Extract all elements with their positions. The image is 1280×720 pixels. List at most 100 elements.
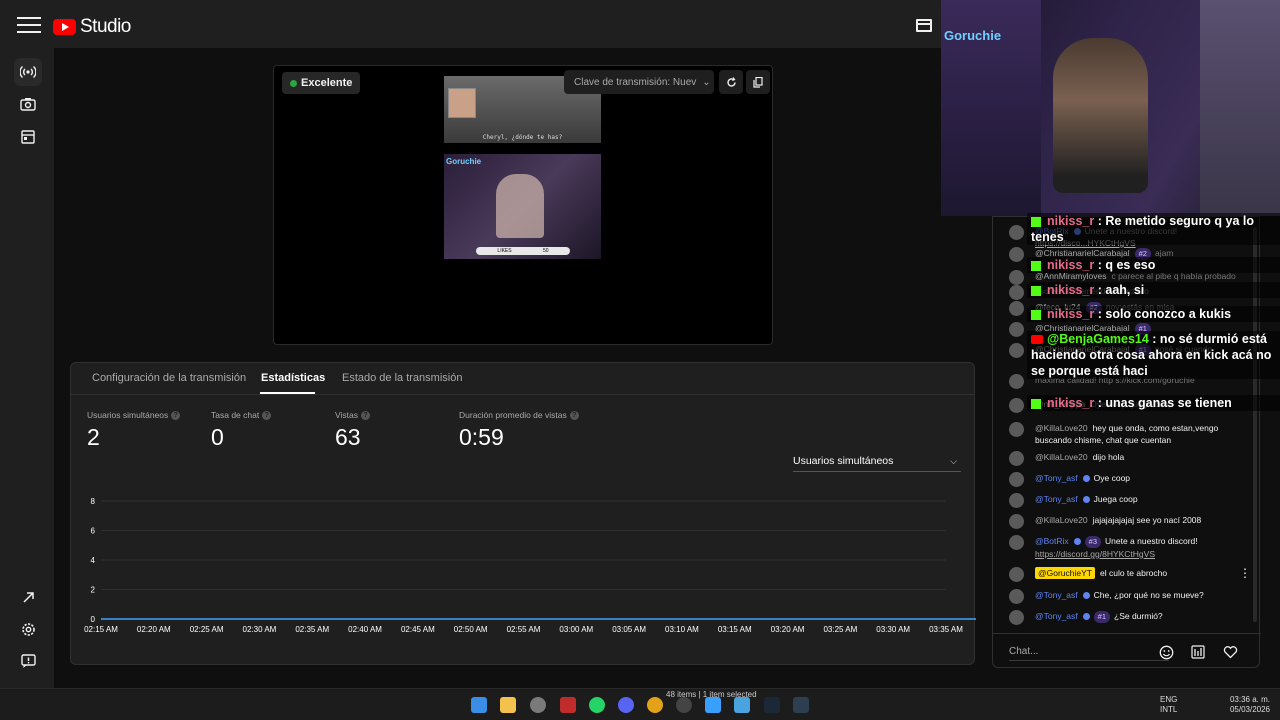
- avatar[interactable]: [1009, 225, 1024, 240]
- start-icon[interactable]: [471, 697, 487, 713]
- chat-message[interactable]: @Tony_asf Oye coop: [993, 472, 1261, 487]
- chat-text: el culo te abrocho: [1099, 568, 1168, 578]
- avatar[interactable]: [1009, 535, 1024, 550]
- help-icon[interactable]: ?: [262, 410, 272, 420]
- avatar[interactable]: [1009, 322, 1024, 337]
- help-icon[interactable]: ?: [361, 410, 370, 420]
- language-indicator[interactable]: ENG INTL: [1160, 695, 1177, 715]
- chart-area-fill: [101, 531, 976, 620]
- app-icon[interactable]: [560, 697, 576, 713]
- avatar[interactable]: [1009, 589, 1024, 604]
- chat-input[interactable]: Chat...: [1009, 643, 1169, 661]
- clock-time: 03:36 a. m.: [1229, 695, 1270, 704]
- avatar[interactable]: [1009, 610, 1024, 625]
- chat-message[interactable]: @GoruchieYT el culo te abrocho ⋮: [993, 567, 1261, 582]
- avatar[interactable]: [1009, 343, 1024, 358]
- app-icon[interactable]: [676, 697, 692, 713]
- heart-button[interactable]: [1222, 644, 1238, 660]
- nav-stream-icon[interactable]: [14, 58, 42, 86]
- chat-message[interactable]: @BotRix #3 Unete a nuestro discord! https:…: [993, 535, 1261, 560]
- nav-calendar-icon[interactable]: [14, 122, 42, 150]
- x-tick-label: 02:50 AM: [454, 625, 488, 634]
- whatsapp-icon[interactable]: [589, 697, 605, 713]
- nav-feedback-icon[interactable]: [14, 647, 42, 675]
- y-tick-label: 4: [91, 556, 96, 565]
- x-tick-label: 03:05 AM: [612, 625, 646, 634]
- stream-key-select[interactable]: Clave de transmisión: Nuev ⌄: [564, 70, 714, 94]
- avatar[interactable]: [1009, 422, 1024, 437]
- x-tick-label: 03:15 AM: [718, 625, 752, 634]
- poll-button[interactable]: [1190, 644, 1206, 660]
- x-tick-label: 02:40 AM: [348, 625, 382, 634]
- overlay-username: @BenjaGames14: [1047, 332, 1149, 346]
- nav-settings-gear-icon[interactable]: [14, 615, 42, 643]
- app-icon[interactable]: [793, 697, 809, 713]
- chat-message[interactable]: @Tony_asf Che, ¿por qué no se mueve?: [993, 589, 1261, 604]
- app-icon[interactable]: [734, 697, 750, 713]
- chat-author[interactable]: @BotRix: [1035, 536, 1069, 546]
- nav-exit-icon[interactable]: [14, 583, 42, 611]
- nav-camera-icon[interactable]: [14, 90, 42, 118]
- emoji-button[interactable]: [1158, 644, 1174, 660]
- app-icon[interactable]: [705, 697, 721, 713]
- tab-statistics[interactable]: Estadísticas: [261, 372, 325, 384]
- chat-message[interactable]: @Tony_asf Juega coop: [993, 493, 1261, 508]
- tab-stream-health[interactable]: Estado de la transmisión: [342, 372, 462, 384]
- chat-link[interactable]: https://discord.gg/8HYKCtHgVS: [1035, 549, 1155, 559]
- avatar[interactable]: [1009, 493, 1024, 508]
- metric-select[interactable]: Usuarios simultáneos ⌵: [793, 451, 961, 472]
- avatar[interactable]: [1009, 247, 1024, 262]
- more-options-icon[interactable]: ⋮: [1239, 567, 1251, 579]
- stats-tabs: Configuración de la transmisión Estadíst…: [71, 363, 974, 395]
- stat-value: 0: [211, 424, 224, 450]
- avatar[interactable]: [1009, 398, 1024, 413]
- steam-icon[interactable]: [764, 697, 780, 713]
- avatar[interactable]: [1009, 514, 1024, 529]
- refresh-button[interactable]: [719, 70, 743, 94]
- menu-icon[interactable]: [16, 14, 42, 36]
- chat-author[interactable]: @Tony_asf: [1035, 473, 1078, 483]
- chrome-icon[interactable]: [647, 697, 663, 713]
- kick-icon: [1031, 216, 1041, 227]
- chevron-down-icon: ⌄: [702, 76, 711, 88]
- copy-button[interactable]: [746, 70, 770, 94]
- chat-message-list[interactable]: @BotRixÚnete a nuestro discord! https://…: [993, 217, 1261, 627]
- overlay-message: nikiss_r : unas ganas se tienen: [1027, 395, 1280, 411]
- y-tick-label: 8: [91, 497, 96, 506]
- x-tick-label: 03:20 AM: [771, 625, 805, 634]
- avatar[interactable]: [1009, 451, 1024, 466]
- chat-author[interactable]: @Tony_asf: [1035, 611, 1078, 621]
- stat-value: 2: [87, 424, 100, 450]
- avatar[interactable]: [1009, 472, 1024, 487]
- avatar[interactable]: [1009, 285, 1024, 300]
- chat-author[interactable]: @KillaLove20: [1035, 423, 1088, 433]
- avatar[interactable]: [1009, 567, 1024, 582]
- stat-label: Vistas: [335, 410, 358, 420]
- help-icon[interactable]: ?: [171, 410, 181, 420]
- chat-message[interactable]: @KillaLove20 dijo hola: [993, 451, 1261, 466]
- chat-message[interactable]: @Tony_asf #1 ¿Se durmió?: [993, 610, 1261, 625]
- chat-message[interactable]: @KillaLove20 jajajajajajaj see yo nací 20…: [993, 514, 1261, 529]
- chat-author[interactable]: @Tony_asf: [1035, 590, 1078, 600]
- discord-icon[interactable]: [618, 697, 634, 713]
- clapperboard-icon[interactable]: [916, 19, 932, 32]
- avatar[interactable]: [1009, 374, 1024, 389]
- chat-author[interactable]: @KillaLove20: [1035, 515, 1088, 525]
- help-icon[interactable]: ?: [569, 410, 579, 420]
- chat-message[interactable]: @KillaLove20 hey que onda, como estan,ven…: [993, 422, 1261, 446]
- taskbar: 48 items | 1 item selected ENG INTL 03:3…: [0, 688, 1280, 720]
- overlay-username: nikiss_r: [1047, 396, 1095, 410]
- stream-preview[interactable]: Excelente Cheryl, ¿dónde te has? Goruchi…: [273, 65, 773, 345]
- chat-author[interactable]: @Tony_asf: [1035, 494, 1078, 504]
- tab-stream-settings[interactable]: Configuración de la transmisión: [92, 372, 246, 384]
- obs-icon[interactable]: [530, 697, 546, 713]
- studio-logo[interactable]: Studio: [53, 16, 131, 38]
- clock[interactable]: 03:36 a. m. 05/03/2026: [1226, 695, 1270, 715]
- file-explorer-icon[interactable]: [500, 697, 516, 713]
- chat-author[interactable]: @KillaLove20: [1035, 452, 1088, 462]
- x-tick-label: 03:10 AM: [665, 625, 699, 634]
- avatar[interactable]: [1009, 270, 1024, 285]
- avatar[interactable]: [1009, 301, 1024, 316]
- chat-author[interactable]: @GoruchieYT: [1035, 567, 1095, 579]
- x-tick-label: 02:30 AM: [243, 625, 277, 634]
